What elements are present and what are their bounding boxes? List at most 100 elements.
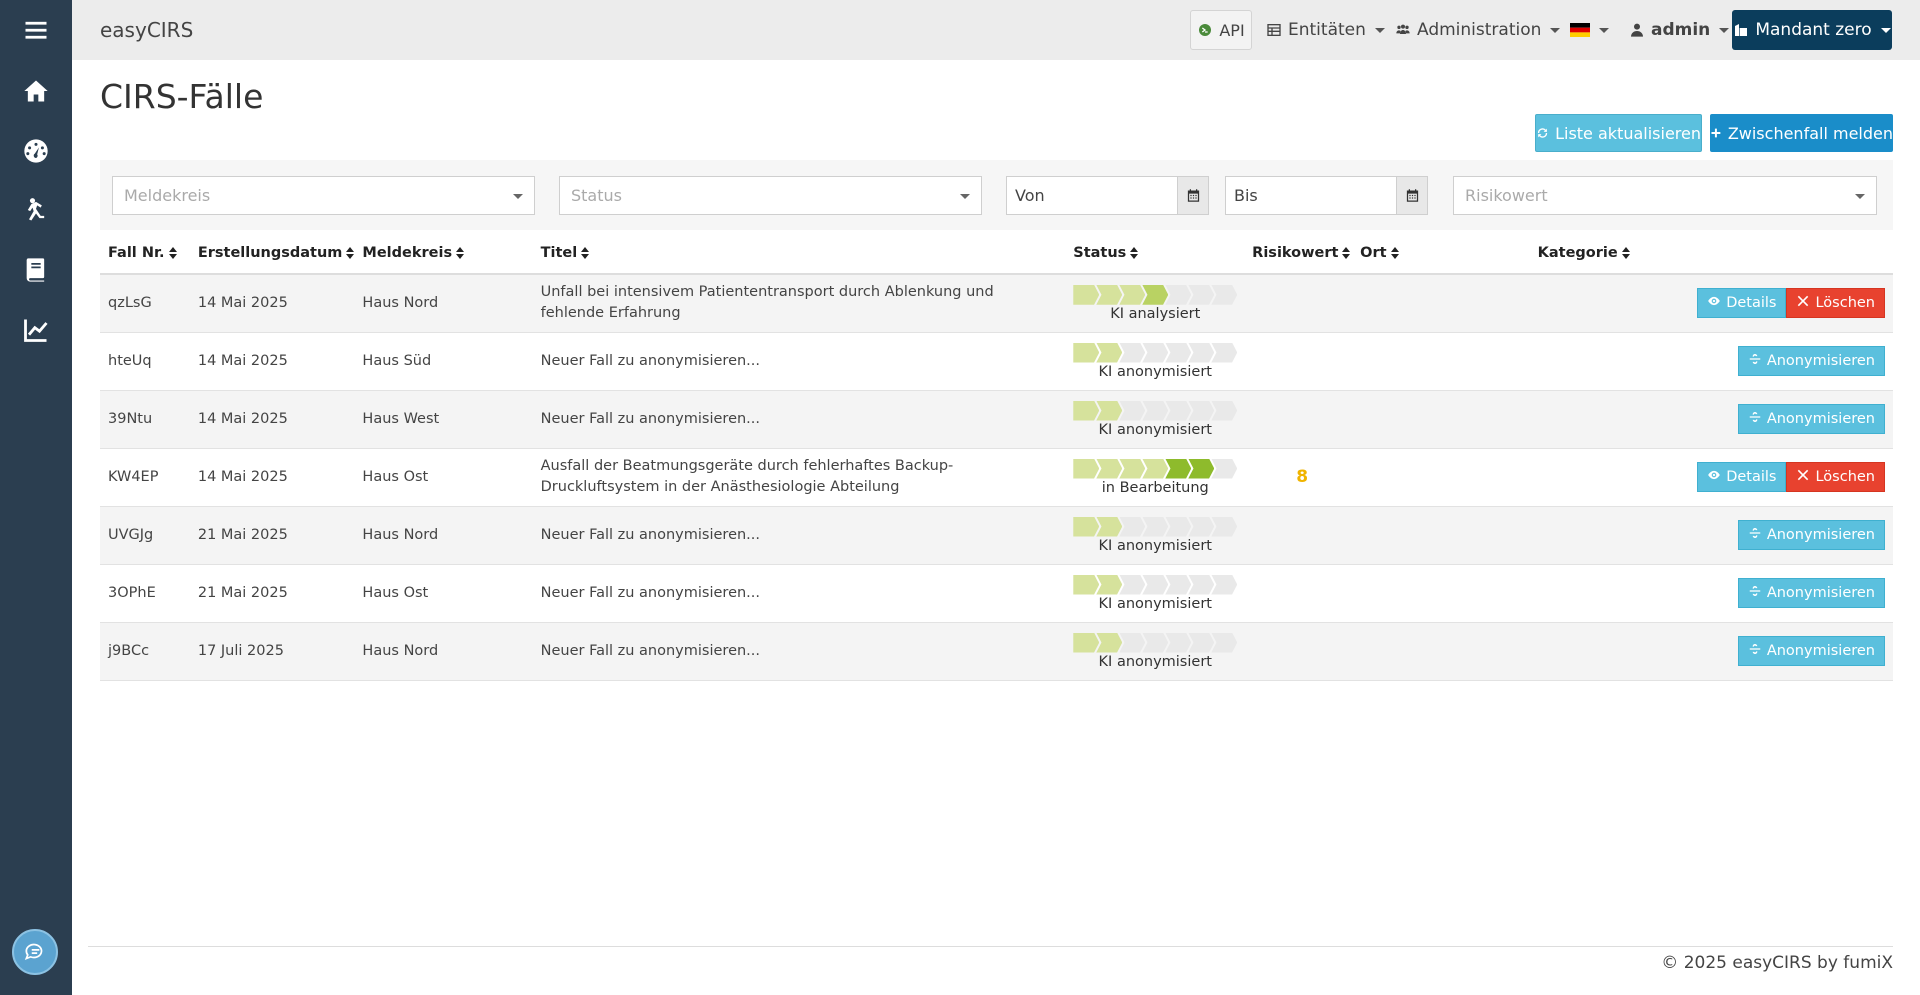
progress-step	[1165, 458, 1192, 479]
cell-ort	[1352, 506, 1530, 565]
flag-de-icon	[1570, 23, 1590, 37]
calendar-icon[interactable]	[1396, 176, 1428, 215]
refresh-list-button[interactable]: Liste aktualisieren	[1535, 114, 1702, 152]
cell-status: in Bearbeitung	[1065, 448, 1245, 507]
cell-actions: Anonymisieren	[1686, 390, 1893, 449]
cell-titel: Ausfall der Beatmungsgeräte durch fehler…	[532, 448, 1066, 507]
table-row[interactable]: qzLsG 14 Mai 2025 Haus Nord Unfall bei inte…	[100, 274, 1893, 333]
delete-button[interactable]: Löschen	[1786, 288, 1885, 319]
dashboard-icon[interactable]	[0, 131, 72, 171]
menu-icon[interactable]	[0, 10, 72, 50]
entities-label: Entitäten	[1288, 20, 1366, 40]
column-header-ort[interactable]: Ort	[1352, 232, 1530, 275]
progress-step	[1073, 516, 1100, 537]
progress-step	[1165, 516, 1192, 537]
cell-titel: Neuer Fall zu anonymisieren...	[532, 506, 1066, 565]
cell-ort	[1352, 390, 1530, 449]
cell-risikowert	[1244, 332, 1353, 391]
progress-step	[1096, 458, 1123, 479]
strikethrough-icon	[1748, 410, 1767, 428]
cell-meldekreis: Haus West	[354, 390, 533, 449]
progress-step	[1188, 284, 1215, 305]
cell-actions: Anonymisieren	[1686, 564, 1893, 623]
sort-icon	[1342, 246, 1351, 259]
strikethrough-icon	[1748, 584, 1767, 602]
column-header-meldekreis[interactable]: Meldekreis	[354, 232, 533, 275]
anonymize-button[interactable]: Anonymisieren	[1737, 520, 1885, 550]
refresh-list-label: Liste aktualisieren	[1555, 123, 1701, 143]
progress-step	[1188, 342, 1215, 363]
home-icon[interactable]	[0, 71, 72, 111]
status-label: in Bearbeitung	[1101, 479, 1209, 496]
table-row[interactable]: hteUq 14 Mai 2025 Haus Süd Neuer Fall zu an…	[100, 332, 1893, 391]
sort-icon	[581, 246, 590, 259]
column-header-titel[interactable]: Titel	[532, 232, 1066, 275]
column-header-kategorie[interactable]: Kategorie	[1529, 232, 1687, 275]
column-header-fall[interactable]: Fall Nr.	[100, 232, 190, 275]
report-incident-button[interactable]: Zwischenfall melden	[1710, 114, 1893, 152]
sort-icon	[346, 246, 355, 259]
date-to-input[interactable]: Bis	[1225, 176, 1397, 215]
table-row[interactable]: KW4EP 14 Mai 2025 Haus Ost Ausfall der Beat…	[100, 448, 1893, 507]
details-button[interactable]: Details	[1697, 462, 1787, 492]
details-button[interactable]: Details	[1697, 288, 1787, 319]
cell-fall-nr: hteUq	[100, 332, 190, 391]
status-placeholder: Status	[571, 186, 622, 205]
book-icon[interactable]	[0, 250, 72, 290]
api-button[interactable]: API	[1190, 10, 1252, 50]
progress-step	[1211, 516, 1238, 537]
table-row[interactable]: 3OPhE 21 Mai 2025 Haus Ost Neuer Fall zu an…	[100, 564, 1893, 623]
status-progress	[1073, 458, 1238, 479]
cell-status: KI anonymisiert	[1065, 564, 1245, 623]
progress-step	[1211, 284, 1238, 305]
meldekreis-select[interactable]: Meldekreis	[112, 176, 535, 215]
progress-step	[1096, 400, 1123, 421]
calendar-icon[interactable]	[1177, 176, 1209, 215]
falling-person-icon[interactable]	[0, 190, 72, 230]
anonymize-button[interactable]: Anonymisieren	[1737, 578, 1885, 608]
status-label: KI anonymisiert	[1098, 595, 1212, 612]
progress-step	[1142, 632, 1169, 653]
tenant-menu[interactable]: Mandant zero	[1732, 10, 1892, 50]
cell-fall-nr: UVGJg	[100, 506, 190, 565]
table-row[interactable]: UVGJg 21 Mai 2025 Haus Nord Neuer Fall zu a…	[100, 506, 1893, 565]
delete-button[interactable]: Löschen	[1786, 462, 1885, 492]
chart-line-icon[interactable]	[0, 310, 72, 350]
column-header-datum[interactable]: Erstellungsdatum	[189, 232, 355, 275]
risikowert-placeholder: Risikowert	[1465, 186, 1548, 205]
status-label: KI anonymisiert	[1098, 421, 1212, 438]
cases-table: Fall Nr. Erstellungsdatum Meldekreis Tit…	[100, 232, 1893, 681]
language-menu[interactable]	[1570, 10, 1609, 50]
date-to-label: Bis	[1234, 186, 1258, 205]
column-header-status[interactable]: Status	[1065, 232, 1245, 275]
progress-step	[1188, 574, 1215, 595]
anonymize-button[interactable]: Anonymisieren	[1737, 404, 1885, 434]
cell-kategorie	[1529, 622, 1687, 681]
brand-logo[interactable]: easyCIRS	[100, 18, 193, 42]
cell-status: KI anonymisiert	[1065, 332, 1245, 391]
sort-icon	[168, 246, 177, 259]
anonymize-button[interactable]: Anonymisieren	[1737, 636, 1885, 666]
status-label: KI analysiert	[1110, 305, 1201, 322]
entities-menu[interactable]: Entitäten	[1266, 10, 1385, 50]
administration-menu[interactable]: Administration	[1395, 10, 1561, 50]
cell-status: KI anonymisiert	[1065, 506, 1245, 565]
anonymize-button[interactable]: Anonymisieren	[1737, 346, 1885, 376]
chat-bubble-icon[interactable]	[12, 929, 58, 975]
date-from-input[interactable]: Von	[1006, 176, 1178, 215]
progress-step	[1142, 400, 1169, 421]
table-row[interactable]: j9BCc 17 Juli 2025 Haus Nord Neuer Fall zu …	[100, 622, 1893, 681]
user-menu[interactable]: admin	[1629, 10, 1730, 50]
status-select[interactable]: Status	[559, 176, 982, 215]
progress-step	[1211, 400, 1238, 421]
cell-fall-nr: 3OPhE	[100, 564, 190, 623]
status-label: KI anonymisiert	[1098, 363, 1212, 380]
risikowert-select[interactable]: Risikowert	[1453, 176, 1877, 215]
cell-meldekreis: Haus Nord	[354, 274, 533, 333]
cell-datum: 14 Mai 2025	[189, 274, 355, 333]
cell-titel: Unfall bei intensivem Patiententransport…	[532, 274, 1066, 333]
table-row[interactable]: 39Ntu 14 Mai 2025 Haus West Neuer Fall zu a…	[100, 390, 1893, 449]
progress-step	[1211, 342, 1238, 363]
cell-kategorie	[1529, 332, 1687, 391]
column-header-risikowert[interactable]: Risikowert	[1244, 232, 1353, 275]
